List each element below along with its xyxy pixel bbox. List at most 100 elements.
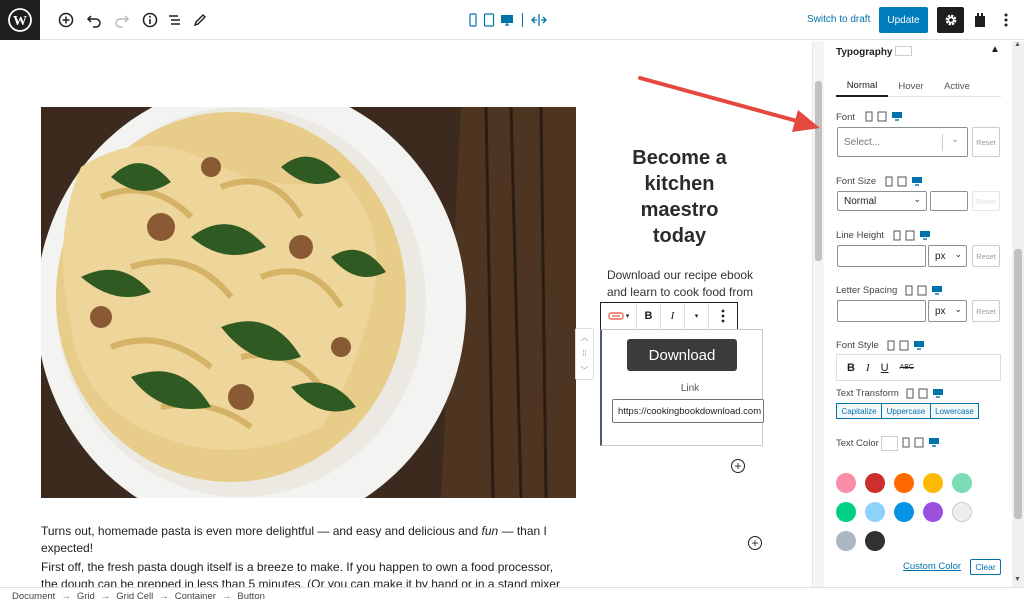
block-type-switcher[interactable]: ▾ [601,303,637,329]
add-block-icon[interactable] [56,10,76,30]
add-block-appender-icon[interactable]: + [748,536,762,550]
sidebar-scrollbar[interactable]: ▲ ▼ [1012,41,1024,587]
move-up-icon[interactable]: ︿ [581,332,589,343]
tab-normal[interactable]: Normal [836,75,888,97]
color-swatch[interactable] [865,473,885,493]
font-size-reset-button[interactable]: Reset [972,191,1000,211]
uppercase-button[interactable]: Uppercase [882,403,931,419]
add-block-inline-icon[interactable]: + [731,459,745,473]
redo-icon[interactable] [112,10,132,30]
tablet-icon[interactable] [897,176,907,187]
underline-style-button[interactable]: U [881,362,889,374]
custom-color-link[interactable]: Custom Color [903,561,961,572]
desktop-icon[interactable] [913,340,925,351]
color-swatch[interactable] [952,473,972,493]
tablet-icon[interactable] [877,111,887,122]
mobile-icon[interactable] [902,437,910,448]
tablet-icon[interactable] [899,340,909,351]
tab-hover[interactable]: Hover [888,75,934,97]
desktop-preview-icon[interactable] [500,13,514,27]
tablet-icon[interactable] [905,230,915,241]
drag-handle-icon[interactable]: ⁞⁞ [582,349,586,358]
clear-color-button[interactable]: Clear [970,559,1001,575]
mobile-icon[interactable] [906,388,914,399]
font-size-select[interactable]: Normal ⌄ [837,191,927,211]
breadcrumb-item[interactable]: Container [175,591,216,602]
info-icon[interactable] [140,10,160,30]
letter-spacing-reset-button[interactable]: Reset [972,300,1000,322]
desktop-icon[interactable] [932,388,944,399]
tablet-icon[interactable] [918,388,928,399]
letter-spacing-input[interactable] [837,300,926,322]
bold-style-button[interactable]: B [847,362,855,374]
sidebar-scroll-thumb[interactable] [1014,249,1022,519]
tablet-preview-icon[interactable] [483,13,495,27]
color-swatch[interactable] [836,473,856,493]
mobile-icon[interactable] [893,230,901,241]
color-swatch[interactable] [836,502,856,522]
color-swatch[interactable] [836,531,856,551]
color-swatch[interactable] [865,531,885,551]
update-button[interactable]: Update [879,7,928,33]
desktop-icon[interactable] [931,285,943,296]
color-swatch[interactable] [865,502,885,522]
more-formatting-icon[interactable]: ▾ [685,303,709,329]
italic-button[interactable]: I [661,303,685,329]
more-options-icon[interactable] [996,10,1016,30]
bold-button[interactable]: B [637,303,661,329]
color-swatch[interactable] [923,473,943,493]
mobile-icon[interactable] [865,111,873,122]
switch-to-draft-link[interactable]: Switch to draft [807,14,870,25]
strikethrough-icon[interactable]: ABC [900,364,914,371]
pasta-image[interactable] [41,107,576,498]
desktop-icon[interactable] [928,437,940,448]
mobile-icon[interactable] [905,285,913,296]
color-swatch[interactable] [894,502,914,522]
breadcrumb-item[interactable]: Document [12,591,55,602]
capitalize-button[interactable]: Capitalize [836,403,882,419]
desktop-icon[interactable] [891,111,903,122]
mobile-icon[interactable] [885,176,893,187]
promo-paragraph[interactable]: Download our recipe ebook and learn to c… [606,267,754,301]
download-button[interactable]: Download [627,339,737,371]
desktop-icon[interactable] [911,176,923,187]
font-reset-button[interactable]: Reset [972,127,1000,157]
color-swatch[interactable] [923,502,943,522]
scroll-down-icon[interactable]: ▼ [1014,576,1021,583]
plugin-icon[interactable] [970,10,990,30]
letter-spacing-unit-select[interactable]: px ⌄ [928,300,967,322]
typography-panel-title[interactable]: Typography [836,47,892,58]
block-more-options-icon[interactable] [709,303,737,329]
breadcrumb-item[interactable]: Button [237,591,264,602]
mobile-preview-icon[interactable] [468,13,478,27]
tablet-icon[interactable] [917,285,927,296]
wordpress-logo[interactable]: W [0,0,40,40]
paragraph-block-2[interactable]: First off, the fresh pasta dough itself … [41,559,561,587]
tablet-icon[interactable] [914,437,924,448]
undo-icon[interactable] [84,10,104,30]
block-mover[interactable]: ︿ ⁞⁞ ﹀ [575,328,594,380]
color-swatch[interactable] [952,502,972,522]
color-swatch[interactable] [894,473,914,493]
scroll-up-icon[interactable]: ▲ [1014,41,1021,48]
responsive-width-icon[interactable] [531,13,547,27]
breadcrumb-item[interactable]: Grid Cell [116,591,153,602]
tab-active[interactable]: Active [934,75,980,97]
line-height-unit-select[interactable]: px ⌄ [928,245,967,267]
edit-icon[interactable] [190,10,210,30]
lowercase-button[interactable]: Lowercase [931,403,979,419]
list-view-icon[interactable] [165,10,185,30]
font-size-input[interactable] [930,191,968,211]
mobile-icon[interactable] [887,340,895,351]
line-height-input[interactable] [837,245,926,267]
breadcrumb-item[interactable]: Grid [77,591,95,602]
move-down-icon[interactable]: ﹀ [581,365,589,376]
chevron-up-icon[interactable]: ▲ [990,44,1000,55]
settings-button[interactable] [937,7,964,33]
font-family-select[interactable]: Select... ⌄ [837,127,968,157]
link-url-input[interactable]: https://cookingbookdownload.com [612,399,764,423]
paragraph-block[interactable]: Turns out, homemade pasta is even more d… [41,523,601,557]
line-height-reset-button[interactable]: Reset [972,245,1000,267]
italic-style-button[interactable]: I [866,362,870,374]
promo-heading[interactable]: Become a kitchen maestro today [612,145,747,249]
